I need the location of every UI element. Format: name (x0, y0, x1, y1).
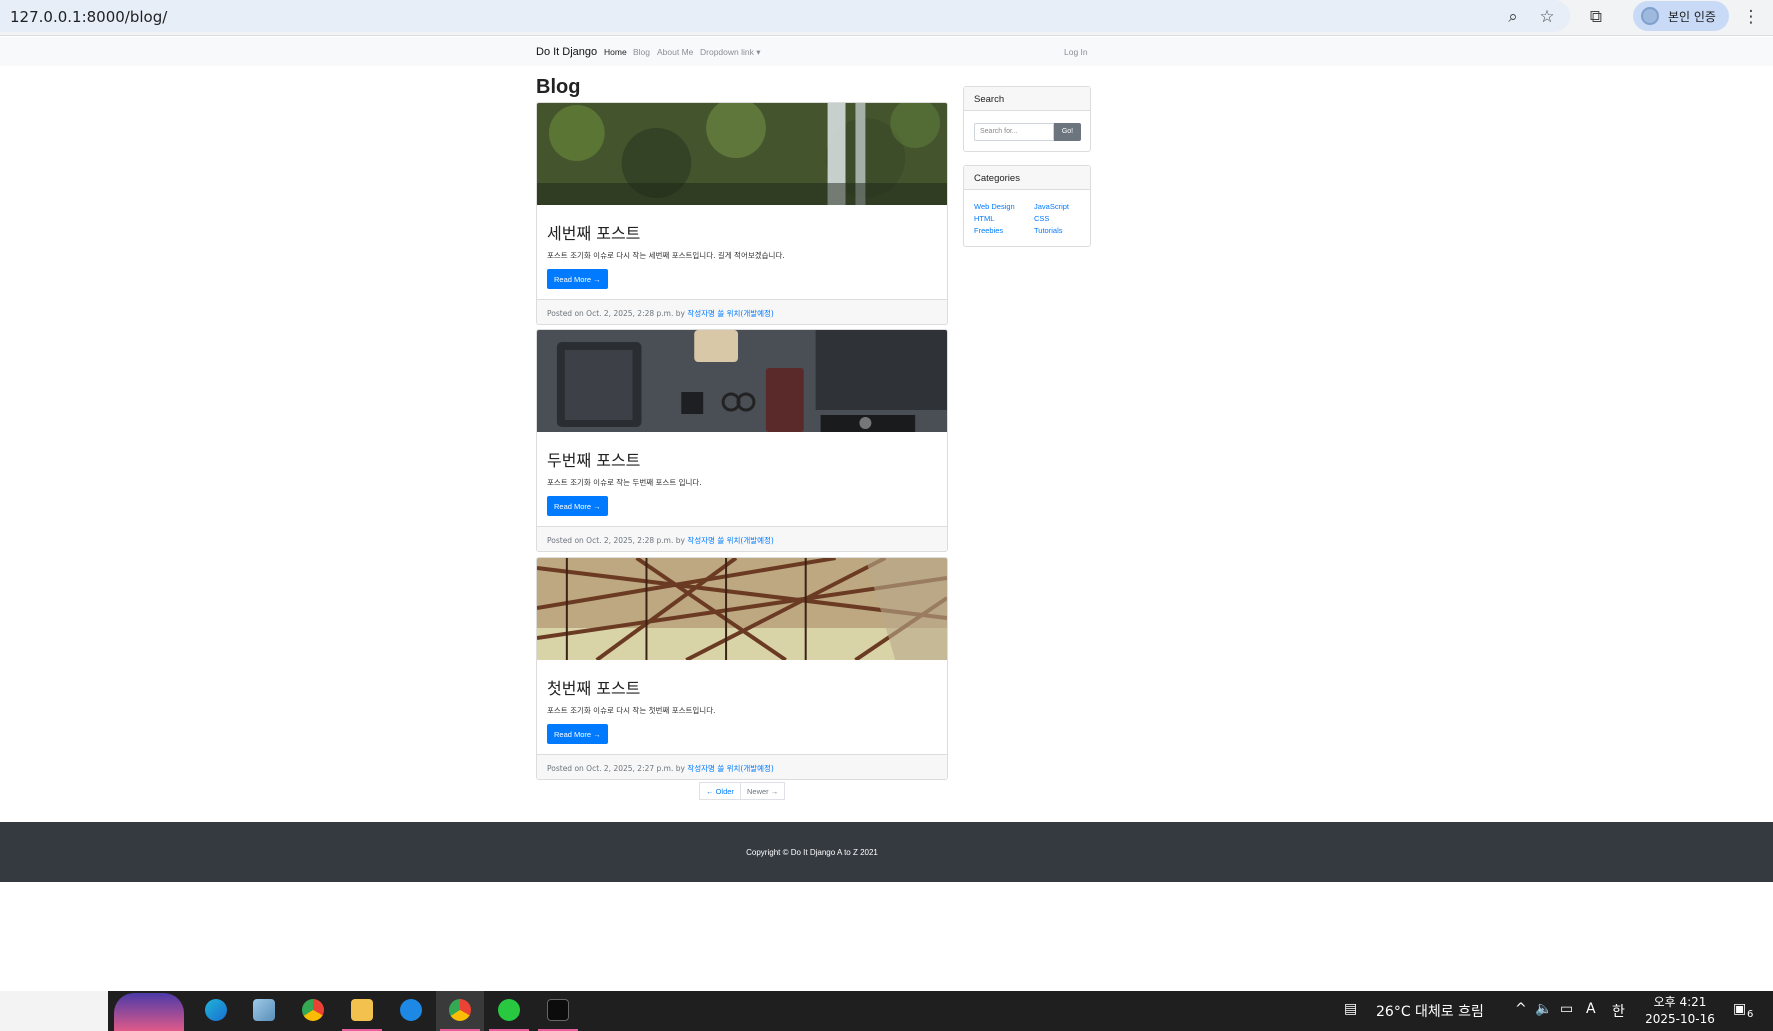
post-image-desk[interactable] (537, 330, 947, 432)
menu-kebab-icon[interactable]: ⋮ (1740, 6, 1762, 28)
login-link[interactable]: Log In (1064, 47, 1088, 57)
site-footer: Copyright © Do It Django A to Z 2021 (0, 822, 1773, 882)
network-icon[interactable]: ▭ (1560, 1001, 1573, 1017)
taskbar-terminal[interactable] (534, 991, 582, 1031)
category-link[interactable]: Tutorials (1034, 226, 1062, 235)
read-more-button[interactable]: Read More → (547, 496, 608, 516)
post-meta: Posted on Oct. 2, 2025, 2:27 p.m. by 작성자… (537, 754, 947, 779)
author-link[interactable]: 작성자명 쓸 위치(개발예정) (687, 536, 774, 545)
category-link[interactable]: Freebies (974, 226, 1003, 235)
weather-icon[interactable]: ▤ (1344, 1001, 1357, 1017)
copyright-text: Copyright © Do It Django A to Z 2021 (746, 848, 878, 857)
folder-icon (351, 999, 373, 1021)
search-widget: Search Search for... Go! (963, 86, 1091, 152)
category-link[interactable]: JavaScript (1034, 202, 1069, 211)
address-bar[interactable]: 127.0.0.1:8000/blog/ ⌕ ☆ (0, 0, 1570, 32)
weather-text[interactable]: 26°C 대체로 흐림 (1376, 1001, 1484, 1021)
post-image-tower[interactable] (537, 558, 947, 662)
post-title[interactable]: 두번째 포스트 (547, 447, 947, 471)
post-excerpt: 포스트 조기화 이슈로 다시 작는 세번째 포스트입니다. 길게 적어보겠습니다… (547, 251, 785, 260)
nav-blog[interactable]: Blog (633, 47, 650, 57)
chrome-icon (302, 999, 324, 1021)
nav-home[interactable]: Home (604, 47, 627, 57)
verify-label: 본인 인증 (1668, 10, 1716, 24)
nav-about-me[interactable]: About Me (657, 47, 693, 57)
chrome-icon (449, 999, 471, 1021)
widgets-icon (114, 993, 184, 1031)
post-date: Posted on Oct. 2, 2025, 2:28 p.m. by (547, 536, 688, 545)
category-link[interactable]: Web Design (974, 202, 1015, 211)
author-link[interactable]: 작성자명 쓸 위치(개발예정) (687, 764, 774, 773)
taskbar-chrome[interactable] (289, 991, 337, 1031)
notification-count: 6 (1747, 1009, 1754, 1020)
pager-newer[interactable]: Newer → (740, 782, 786, 800)
post-meta: Posted on Oct. 2, 2025, 2:28 p.m. by 작성자… (537, 299, 947, 324)
post-date: Posted on Oct. 2, 2025, 2:27 p.m. by (547, 764, 688, 773)
page-title: Blog (536, 76, 581, 98)
taskbar-edge[interactable] (192, 991, 240, 1031)
clock-date: 2025-10-16 (1645, 1012, 1715, 1026)
pager-older[interactable]: ← Older (699, 782, 741, 800)
post-date: Posted on Oct. 2, 2025, 2:28 p.m. by (547, 309, 688, 318)
url-text[interactable]: 127.0.0.1:8000/blog/ (10, 8, 167, 26)
taskbar-start-area[interactable] (0, 991, 108, 1031)
notepad-icon (253, 999, 275, 1021)
read-more-button[interactable]: Read More → (547, 269, 608, 289)
post-excerpt: 포스트 조기화 이슈로 작는 두번째 포스트 입니다. (547, 478, 702, 487)
verify-button[interactable]: 본인 인증 (1633, 1, 1729, 31)
chevron-up-icon[interactable]: ^ (1515, 1001, 1527, 1017)
taskbar-sync-app[interactable] (485, 991, 533, 1031)
post-card: 두번째 포스트 포스트 조기화 이슈로 작는 두번째 포스트 입니다. Read… (536, 329, 948, 552)
post-meta: Posted on Oct. 2, 2025, 2:28 p.m. by 작성자… (537, 526, 947, 551)
search-input[interactable]: Search for... (974, 123, 1054, 141)
ime-a-icon[interactable]: A (1586, 1001, 1596, 1017)
extensions-icon[interactable]: ⧉ (1585, 6, 1607, 28)
ime-korean-icon[interactable]: 한 (1612, 1001, 1625, 1021)
taskbar-notes[interactable] (240, 991, 288, 1031)
terminal-icon (547, 999, 569, 1021)
categories-widget: Categories Web Design HTML Freebies Java… (963, 165, 1091, 247)
site-navbar: Do It Django Home Blog About Me Dropdown… (0, 37, 1773, 66)
widgets-app[interactable] (112, 991, 186, 1031)
post-title[interactable]: 세번째 포스트 (547, 220, 947, 244)
taskbar-ie[interactable] (387, 991, 435, 1031)
bookmark-star-icon[interactable]: ☆ (1536, 6, 1558, 28)
category-link[interactable]: HTML (974, 214, 994, 223)
post-image-waterfall[interactable] (537, 103, 947, 205)
sync-icon (498, 999, 520, 1021)
volume-icon[interactable]: 🔈 (1535, 1001, 1552, 1017)
post-title[interactable]: 첫번째 포스트 (547, 675, 947, 699)
nav-dropdown[interactable]: Dropdown link ▾ (700, 47, 761, 58)
browser-toolbar: 127.0.0.1:8000/blog/ ⌕ ☆ ⧉ 본인 인증 ⋮ (0, 0, 1773, 36)
notification-icon[interactable]: ▣ (1733, 1001, 1746, 1017)
taskbar-clock[interactable]: 오후 4:21 2025-10-16 (1640, 994, 1720, 1028)
post-excerpt: 포스트 조기화 이슈로 다시 작는 첫번째 포스트입니다. (547, 706, 716, 715)
profile-icon (1641, 7, 1659, 25)
taskbar: ▤ 26°C 대체로 흐림 ^ 🔈 ▭ A 한 오후 4:21 2025-10-… (0, 991, 1773, 1031)
search-title: Search (964, 87, 1090, 111)
taskbar-explorer[interactable] (338, 991, 386, 1031)
taskbar-chrome-active[interactable] (436, 991, 484, 1031)
clock-time: 오후 4:21 (1653, 995, 1707, 1009)
category-link[interactable]: CSS (1034, 214, 1049, 223)
read-more-button[interactable]: Read More → (547, 724, 608, 744)
ie-icon (400, 999, 422, 1021)
search-button[interactable]: Go! (1054, 123, 1081, 141)
author-link[interactable]: 작성자명 쓸 위치(개발예정) (687, 309, 774, 318)
post-card: 세번째 포스트 포스트 조기화 이슈로 다시 작는 세번째 포스트입니다. 길게… (536, 102, 948, 325)
zoom-icon[interactable]: ⌕ (1502, 6, 1524, 28)
categories-title: Categories (964, 166, 1090, 190)
post-card: 첫번째 포스트 포스트 조기화 이슈로 다시 작는 첫번째 포스트입니다. Re… (536, 557, 948, 780)
navbar-brand[interactable]: Do It Django (536, 46, 597, 58)
edge-icon (205, 999, 227, 1021)
